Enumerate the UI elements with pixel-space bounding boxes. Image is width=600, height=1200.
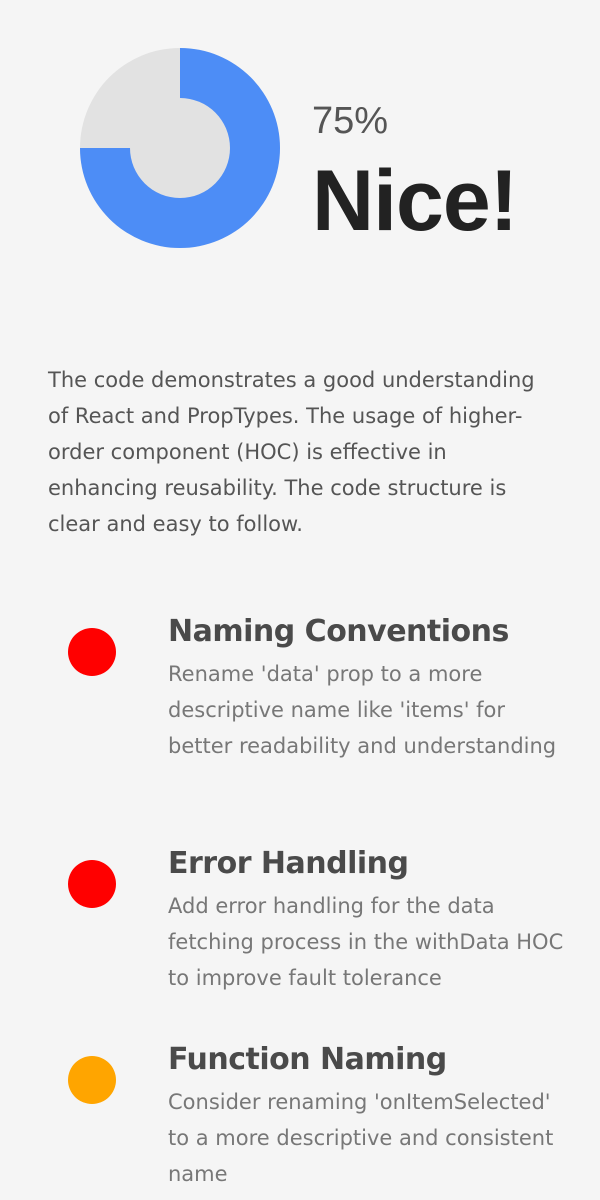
review-summary: The code demonstrates a good understandi… xyxy=(48,368,535,536)
score-verdict: Nice! xyxy=(312,153,518,249)
score-percent: 75% xyxy=(312,100,389,142)
severity-dot xyxy=(68,628,116,676)
score-pie-chart xyxy=(80,48,280,248)
issue-description: Rename 'data' prop to a more descriptive… xyxy=(168,662,557,758)
score-pie-hole xyxy=(130,98,230,198)
issue-description: Consider renaming 'onItemSelected' to a … xyxy=(168,1090,554,1186)
severity-dot xyxy=(68,1056,116,1104)
issue-title: Naming Conventions xyxy=(168,614,509,649)
issue-description: Add error handling for the data fetching… xyxy=(168,894,564,990)
issue-title: Error Handling xyxy=(168,846,409,881)
issue-title: Function Naming xyxy=(168,1042,447,1077)
severity-dot xyxy=(68,860,116,908)
